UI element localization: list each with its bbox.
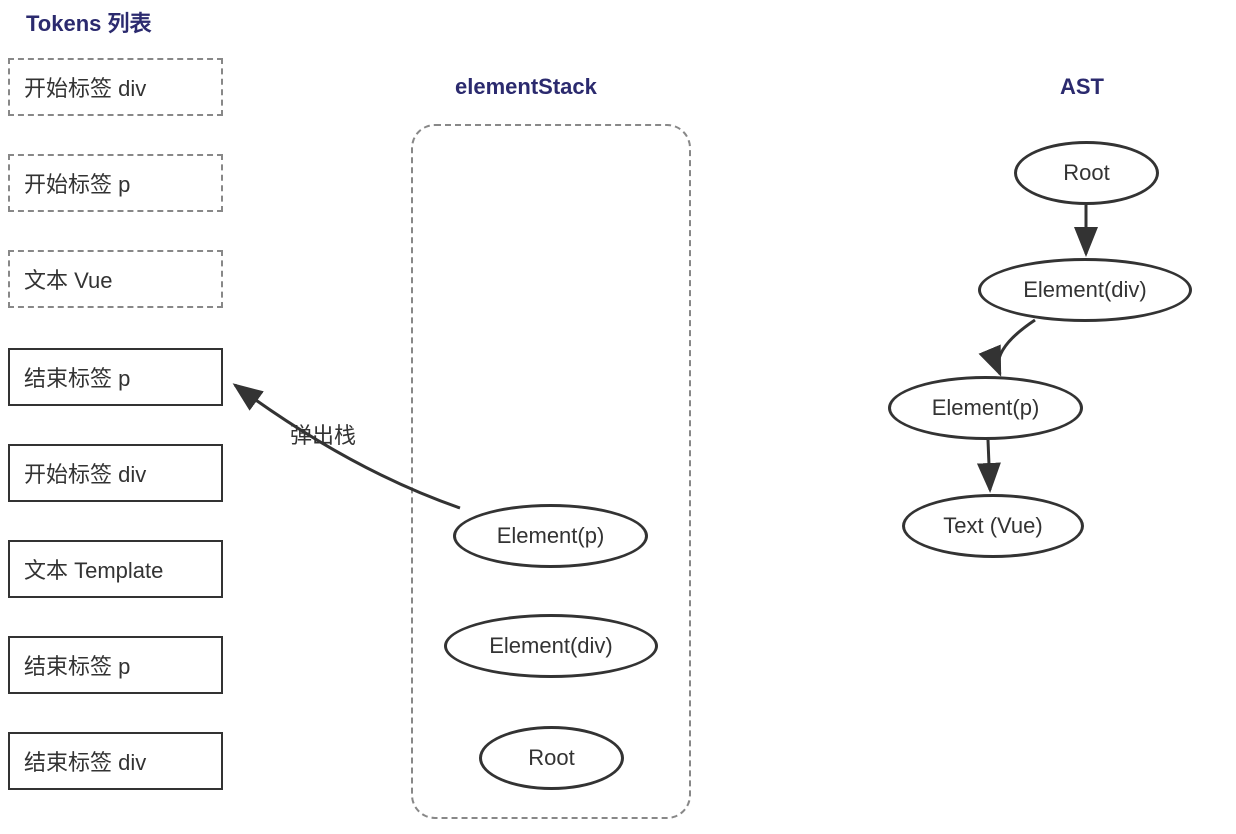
- ast-node-root: Root: [1014, 141, 1159, 205]
- stack-title: elementStack: [455, 74, 597, 100]
- stack-item: Element(div): [444, 614, 658, 678]
- token-item: 文本 Vue: [8, 250, 223, 308]
- ast-node: Text (Vue): [902, 494, 1084, 558]
- ast-title: AST: [1060, 74, 1104, 100]
- tokens-title: Tokens 列表: [26, 6, 152, 38]
- token-item-current: 结束标签 p: [8, 348, 223, 406]
- token-item: 开始标签 div: [8, 58, 223, 116]
- pop-stack-label: 弹出栈: [290, 418, 356, 450]
- token-item: 开始标签 p: [8, 154, 223, 212]
- ast-node: Element(p): [888, 376, 1083, 440]
- stack-item: Element(p): [453, 504, 648, 568]
- token-item: 结束标签 p: [8, 636, 223, 694]
- stack-item: Root: [479, 726, 624, 790]
- stack-container: [411, 124, 691, 819]
- token-item: 结束标签 div: [8, 732, 223, 790]
- token-item: 开始标签 div: [8, 444, 223, 502]
- ast-node: Element(div): [978, 258, 1192, 322]
- token-item: 文本 Template: [8, 540, 223, 598]
